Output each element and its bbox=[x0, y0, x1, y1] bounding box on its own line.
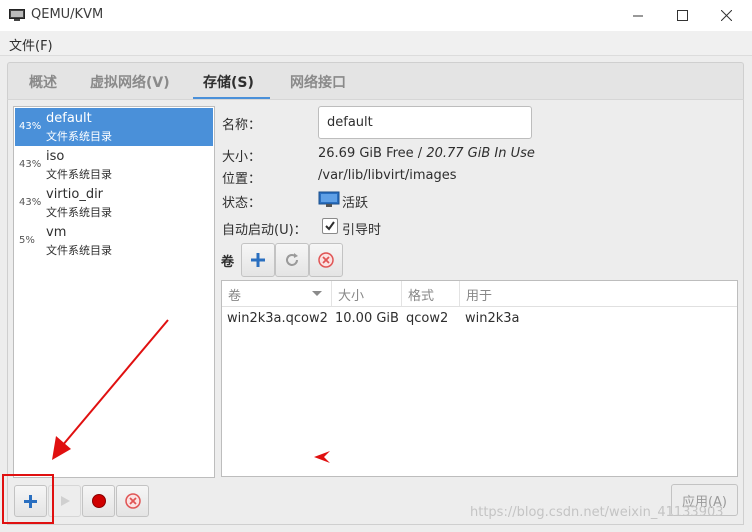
pool-type: 文件系统目录 bbox=[46, 206, 112, 219]
size-label: 大小： bbox=[222, 150, 262, 165]
pool-usage: 43% bbox=[19, 121, 42, 132]
maximize-button[interactable] bbox=[659, 0, 705, 31]
autostart-checkbox[interactable] bbox=[322, 218, 338, 234]
column-header-format[interactable]: 格式 bbox=[402, 281, 460, 306]
size-free: 26.69 GiB Free / bbox=[318, 146, 427, 161]
tab-virtual-networks[interactable]: 虚拟网络(V) bbox=[90, 72, 170, 92]
volume-name-cell: win2k3a.qcow2 bbox=[227, 311, 328, 326]
volume-size-cell: 10.00 GiB bbox=[335, 311, 399, 326]
pool-type: 文件系统目录 bbox=[46, 168, 112, 181]
column-header-used-by[interactable]: 用于 bbox=[460, 281, 737, 306]
state-label: 状态： bbox=[222, 196, 262, 211]
state-value: 活跃 bbox=[342, 196, 369, 211]
highlight-box bbox=[2, 474, 54, 524]
pool-item-iso[interactable]: 43% iso 文件系统目录 bbox=[15, 146, 213, 184]
pool-usage: 43% bbox=[19, 197, 42, 208]
add-volume-button[interactable] bbox=[241, 243, 275, 277]
plus-icon bbox=[251, 253, 265, 267]
delete-icon bbox=[318, 252, 334, 268]
tab-storage[interactable]: 存储(S) bbox=[203, 72, 254, 92]
pool-type: 文件系统目录 bbox=[46, 244, 112, 257]
checkmark-icon bbox=[325, 221, 335, 231]
play-icon bbox=[60, 496, 70, 506]
delete-icon bbox=[124, 493, 141, 509]
refresh-volumes-button[interactable] bbox=[275, 243, 309, 277]
column-header-label: 卷 bbox=[228, 289, 242, 304]
delete-pool-button[interactable] bbox=[116, 485, 149, 517]
location-label: 位置： bbox=[222, 172, 262, 187]
tab-bar: 概述 虚拟网络(V) 存储(S) 网络接口 bbox=[7, 62, 744, 100]
volumes-table-header: 卷 大小 格式 用于 bbox=[222, 281, 737, 307]
delete-volume-button[interactable] bbox=[309, 243, 343, 277]
active-state-icon bbox=[318, 191, 340, 207]
pool-name: vm bbox=[46, 225, 67, 240]
close-icon bbox=[720, 10, 732, 21]
volume-format-cell: qcow2 bbox=[406, 311, 449, 326]
tab-overview[interactable]: 概述 bbox=[29, 72, 57, 92]
pool-name: iso bbox=[46, 149, 65, 164]
autostart-label: 自动启动(U)： bbox=[222, 223, 307, 238]
watermark-text: https://blog.csdn.net/weixin_41133903 bbox=[470, 505, 724, 520]
minimize-button[interactable] bbox=[615, 0, 661, 31]
maximize-icon bbox=[676, 10, 688, 21]
tab-network-interfaces[interactable]: 网络接口 bbox=[290, 72, 346, 92]
pool-usage: 5% bbox=[19, 235, 35, 246]
volumes-label: 卷 bbox=[221, 255, 235, 270]
pool-type: 文件系统目录 bbox=[46, 130, 112, 143]
window-title: QEMU/KVM bbox=[31, 7, 104, 22]
pool-name-field[interactable] bbox=[318, 106, 532, 139]
size-used: 20.77 GiB In Use bbox=[426, 146, 535, 161]
stop-icon bbox=[91, 494, 106, 508]
pool-name: default bbox=[46, 111, 92, 126]
volumes-table[interactable]: 卷 大小 格式 用于 win2k3a.qcow2 10.00 GiB qcow2… bbox=[221, 280, 738, 477]
computer-icon bbox=[9, 9, 25, 21]
stop-pool-button[interactable] bbox=[82, 485, 115, 517]
menu-file[interactable]: 文件(F) bbox=[9, 35, 53, 54]
menu-bar: 文件(F) bbox=[0, 31, 752, 56]
close-button[interactable] bbox=[703, 0, 749, 31]
name-label: 名称： bbox=[222, 118, 262, 133]
pool-item-vm[interactable]: 5% vm 文件系统目录 bbox=[15, 222, 213, 260]
pool-item-virtio-dir[interactable]: 43% virtio_dir 文件系统目录 bbox=[15, 184, 213, 222]
location-value: /var/lib/libvirt/images bbox=[318, 168, 457, 183]
pool-name: virtio_dir bbox=[46, 187, 104, 202]
pool-list[interactable]: 43% default 文件系统目录 43% iso 文件系统目录 43% vi… bbox=[13, 106, 215, 478]
sort-down-icon bbox=[312, 291, 322, 296]
refresh-icon bbox=[286, 253, 298, 266]
pool-usage: 43% bbox=[19, 159, 42, 170]
size-value: 26.69 GiB Free / 20.77 GiB In Use bbox=[318, 146, 535, 161]
column-header-size[interactable]: 大小 bbox=[332, 281, 402, 306]
title-bar: QEMU/KVM bbox=[0, 0, 752, 31]
autostart-value: 引导时 bbox=[342, 223, 382, 238]
volume-used-by-cell: win2k3a bbox=[465, 311, 520, 326]
pool-item-default[interactable]: 43% default 文件系统目录 bbox=[15, 108, 213, 146]
minimize-icon bbox=[632, 15, 643, 17]
column-header-volume[interactable]: 卷 bbox=[222, 281, 332, 306]
